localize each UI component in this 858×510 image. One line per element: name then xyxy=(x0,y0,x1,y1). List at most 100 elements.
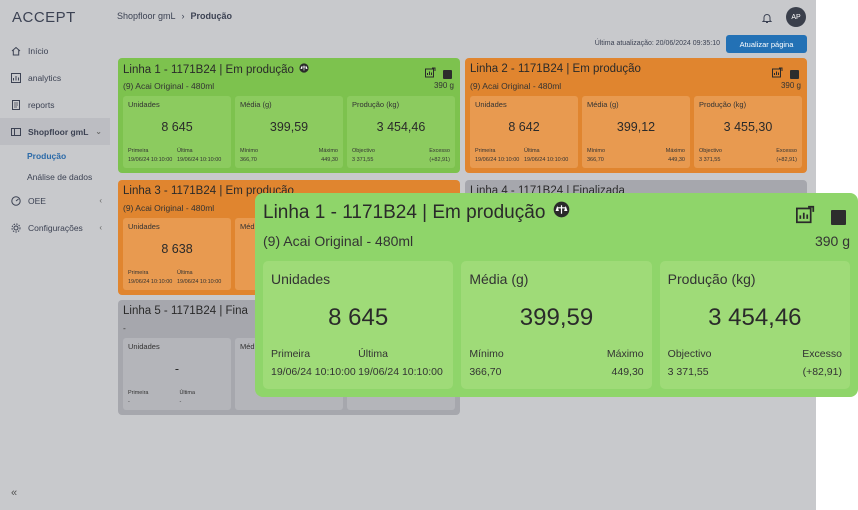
stop-icon[interactable] xyxy=(831,209,846,225)
sidebar-item-label: Início xyxy=(28,45,49,56)
card-actions xyxy=(772,65,799,83)
metric-footer: Primeira 19/06/24 10:10:00 Última 19/06/24… xyxy=(271,345,445,381)
first-label: Primeira xyxy=(128,390,149,396)
max-label: Máximo xyxy=(606,348,644,360)
metric-value: 8 638 xyxy=(161,242,193,256)
metrics-row: Unidades 8 642 Primeira 19/06/24 10:10:00… xyxy=(470,96,802,168)
card-title-row: Linha 1 - 1171B24 | Em produção xyxy=(263,201,850,224)
units-panel: Unidades 8 645 Primeira 19/06/24 10:10:00… xyxy=(263,261,454,389)
metric-label: Média (g) xyxy=(587,100,619,109)
first-value: 19/06/24 10:10:00 xyxy=(475,157,520,163)
metric-footer: Objectivo 3 371,55 Excesso (+82,91) xyxy=(668,345,842,381)
last-label: Última xyxy=(358,348,388,360)
metric-label: Produção (kg) xyxy=(667,271,756,287)
refresh-page-button[interactable]: Atualizar página xyxy=(726,35,807,53)
objective-label: Objectivo xyxy=(667,348,712,360)
chevron-left-icon: ‹ xyxy=(99,196,102,205)
card-title: Linha 5 - 1171B24 | Fina xyxy=(123,305,248,317)
first-value: 19/06/24 10:10:00 xyxy=(128,157,173,163)
home-icon xyxy=(10,45,22,57)
min-value: 366,70 xyxy=(240,157,257,163)
average-panel: Média (g) 399,59 Mínimo 366,70 Máximo 449,… xyxy=(461,261,652,389)
sidebar: ACCEPT Início analytics reports Shopfloo… xyxy=(0,0,110,510)
scale-icon xyxy=(553,201,570,224)
excess-label: Excesso xyxy=(802,348,842,360)
sidebar-item-shopfloor[interactable]: Shopfloor gmL ⌄ xyxy=(0,118,110,145)
chevron-down-icon: ⌄ xyxy=(95,127,102,136)
metric-label: Unidades xyxy=(271,271,331,287)
metric-label: Unidades xyxy=(128,100,160,109)
metric-value: 8 645 xyxy=(161,120,193,134)
last-value: 19/06/24 10:10:00 xyxy=(524,157,569,163)
product-name: (9) Acai Original - 480ml xyxy=(123,81,215,91)
last-label: Última xyxy=(177,148,193,154)
chart-export-icon[interactable] xyxy=(425,65,436,83)
first-label: Primeira xyxy=(271,348,311,360)
last-value: 19/06/24 10:10:00 xyxy=(177,279,222,285)
bell-icon[interactable] xyxy=(761,11,773,29)
min-label: Mínimo xyxy=(587,148,606,154)
line-card[interactable]: Linha 2 - 1171B24 | Em produção (9) Acai… xyxy=(465,58,807,173)
card-title-row: Linha 1 - 1171B24 | Em produção xyxy=(123,63,455,76)
first-value: 19/06/24 10:10:00 xyxy=(271,366,356,378)
metric-footer: Primeira 19/06/24 10:10:00 Última 19/06/24… xyxy=(128,269,226,287)
sidebar-subitem-analise[interactable]: Análise de dados xyxy=(0,166,110,187)
metric-label: Produção (kg) xyxy=(699,100,747,109)
metric-label: Média (g) xyxy=(240,100,272,109)
chart-export-icon[interactable] xyxy=(796,205,815,229)
line-card[interactable]: Linha 1 - 1171B24 | Em produção (9) Acai… xyxy=(118,58,460,173)
chevron-right-icon: › xyxy=(181,11,185,21)
last-value: - xyxy=(179,399,182,405)
sidebar-item-configuracoes[interactable]: Configurações ‹ xyxy=(0,214,110,241)
metric-value: 399,59 xyxy=(269,120,309,134)
metric-value: 399,12 xyxy=(616,120,656,134)
metric-value: 3 454,46 xyxy=(708,304,802,331)
sidebar-item-inicio[interactable]: Início xyxy=(0,37,110,64)
units-panel: Unidades 8 645 Primeira 19/06/24 10:10:00… xyxy=(123,96,231,168)
sidebar-item-oee[interactable]: OEE ‹ xyxy=(0,187,110,214)
target-weight: 390 g xyxy=(814,233,850,249)
sidebar-item-label: reports xyxy=(28,99,55,110)
metric-value: 399,59 xyxy=(519,304,594,331)
shopfloor-icon xyxy=(10,126,22,138)
average-panel: Média (g) 399,12 Mínimo 366,70 Máximo 449,… xyxy=(582,96,690,168)
analytics-icon xyxy=(10,72,22,84)
collapse-sidebar-icon[interactable]: « xyxy=(11,487,17,499)
metric-label: Unidades xyxy=(475,100,507,109)
stop-icon[interactable] xyxy=(790,69,799,79)
metric-footer: Primeira 19/06/24 10:10:00 Última 19/06/24… xyxy=(128,147,226,165)
max-value: 449,30 xyxy=(321,157,338,163)
stop-icon[interactable] xyxy=(443,69,452,79)
objective-value: 3 371,55 xyxy=(699,157,721,163)
first-label: Primeira xyxy=(475,148,496,154)
breadcrumb-item[interactable]: Shopfloor gmL xyxy=(117,11,176,21)
product-name: (9) Acai Original - 480ml xyxy=(470,81,562,91)
last-value: 19/06/24 10:10:00 xyxy=(177,157,222,163)
last-value: 19/06/24 10:10:00 xyxy=(358,366,443,378)
production-panel: Produção (kg) 3 454,46 Objectivo 3 371,55… xyxy=(347,96,455,168)
sidebar-item-label: Shopfloor gmL xyxy=(28,126,89,137)
reports-icon xyxy=(10,99,22,111)
avatar[interactable]: AP xyxy=(786,7,806,27)
excess-value: (+82,91) xyxy=(429,157,450,163)
objective-label: Objectivo xyxy=(352,148,375,154)
first-value: 19/06/24 10:10:00 xyxy=(128,279,173,285)
production-panel: Produção (kg) 3 455,30 Objectivo 3 371,55… xyxy=(694,96,802,168)
sidebar-item-analytics[interactable]: analytics xyxy=(0,64,110,91)
card-title: Linha 1 - 1171B24 | Em produção xyxy=(123,63,294,76)
excess-label: Excesso xyxy=(776,148,797,154)
metric-footer: Mínimo 366,70 Máximo 449,30 xyxy=(469,345,643,381)
metric-label: Média (g) xyxy=(469,271,529,287)
sidebar-subitem-producao[interactable]: Produção xyxy=(0,145,110,166)
min-label: Mínimo xyxy=(240,148,259,154)
metric-footer: Primeira 19/06/24 10:10:00 Última 19/06/24… xyxy=(475,147,573,165)
max-label: Máximo xyxy=(665,148,685,154)
chart-export-icon[interactable] xyxy=(772,65,783,83)
sidebar-item-reports[interactable]: reports xyxy=(0,91,110,118)
accept-logo: ACCEPT xyxy=(12,9,76,26)
product-name: - xyxy=(123,323,126,333)
objective-value: 3 371,55 xyxy=(352,157,374,163)
metric-footer: Mínimo 366,70 Máximo 449,30 xyxy=(587,147,685,165)
max-value: 449,30 xyxy=(611,366,644,378)
metric-value: 3 454,46 xyxy=(376,120,426,134)
